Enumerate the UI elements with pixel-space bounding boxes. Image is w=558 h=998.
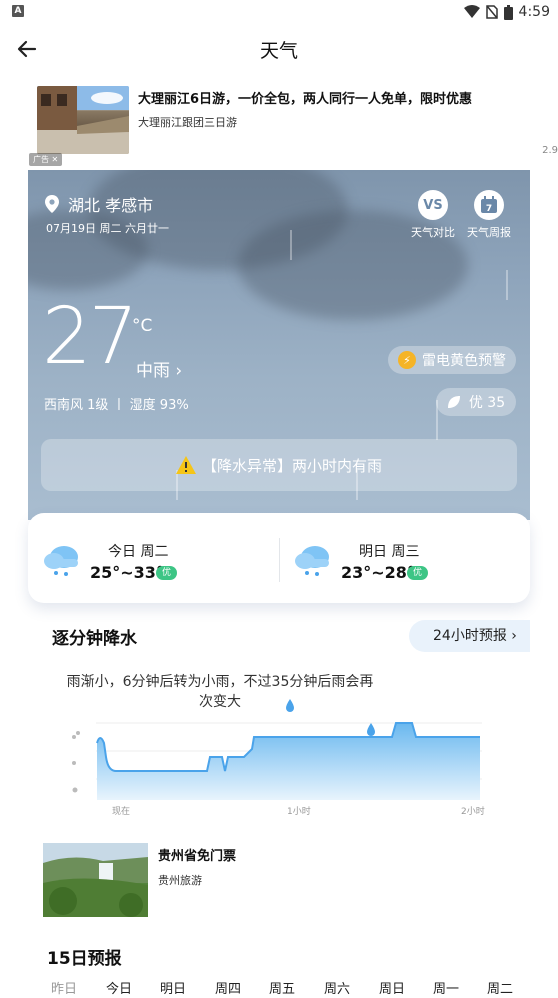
hourly-forecast-button[interactable]: 24小时预报 › <box>409 620 530 652</box>
no-sim-icon <box>485 5 498 19</box>
today-card[interactable]: 今日 周二 25°~33° 优 <box>28 513 279 603</box>
forecast-day-mon[interactable]: 周一 <box>419 978 473 997</box>
ad-title[interactable]: 贵州省免门票 <box>158 845 236 864</box>
leaf-icon <box>447 396 460 408</box>
x-label-1h: 1小时 <box>287 805 311 817</box>
today-aqi-badge: 优 <box>156 566 178 580</box>
calendar-number: 7 <box>486 204 492 214</box>
status-bar: A 4:59 <box>0 0 558 24</box>
clock: 4:59 <box>518 4 550 20</box>
page-title: 天气 <box>259 40 298 62</box>
forecast-title: 15日预报 <box>47 949 122 969</box>
aqi-text: 优 35 <box>468 395 506 411</box>
weekly-report-label: 天气周报 <box>467 226 511 239</box>
day-forecast-cards: 今日 周二 25°~33° 优 明日 周三 23°~28° 优 <box>28 513 530 603</box>
location-name[interactable]: 湖北 孝感市 <box>68 192 153 216</box>
lightning-icon: ⚡ <box>398 351 416 369</box>
calendar-glyph: 7 <box>481 196 497 214</box>
moderate-rain-icon <box>72 761 76 765</box>
weather-compare-button[interactable]: VS 天气对比 <box>407 190 459 240</box>
forecast-day-tue[interactable]: 周二 <box>473 978 527 997</box>
rain-streak <box>506 270 508 300</box>
x-label-now: 现在 <box>112 805 130 817</box>
forecast-day-sun[interactable]: 周日 <box>365 978 419 997</box>
date-text: 07月19日 周二 六月廿一 <box>46 222 169 235</box>
temperature-unit: °C <box>132 316 153 336</box>
today-label: 今日 周二 <box>108 544 169 560</box>
light-rain-icon <box>72 787 78 793</box>
weather-card: 湖北 孝感市 07月19日 周二 六月廿一 VS 天气对比 7 天气周报 27 … <box>28 170 530 520</box>
precip-alert-bar[interactable]: 【降水异常】两小时内有雨 <box>41 439 517 491</box>
minute-precip-title: 逐分钟降水 <box>52 629 137 649</box>
warning-triangle-icon <box>175 456 196 474</box>
cloud-rain-icon <box>44 546 78 576</box>
forecast-day-sat[interactable]: 周六 <box>310 978 364 997</box>
tomorrow-label: 明日 周三 <box>359 544 420 560</box>
vs-icon: VS <box>418 190 448 220</box>
today-temp-range: 25°~33° <box>90 563 164 582</box>
precip-alert-text: 【降水异常】两小时内有雨 <box>201 456 382 475</box>
waterfall-photo-illustration <box>43 843 148 917</box>
ad-counter: 2.9 <box>542 145 558 156</box>
raindrop-marker-icon <box>367 723 375 736</box>
cloud-rain-icon <box>295 546 329 576</box>
weather-warning-badge[interactable]: ⚡ 雷电黄色预警 <box>388 346 516 374</box>
forecast-day-yesterday[interactable]: 昨日 <box>37 978 91 997</box>
tomorrow-temp-range: 23°~28° <box>341 563 415 582</box>
aqi-badge[interactable]: 优 35 <box>436 388 516 416</box>
location-pin-icon <box>45 195 59 213</box>
wifi-icon <box>463 5 480 18</box>
raindrop-marker-icon <box>286 699 294 712</box>
warning-text: 雷电黄色预警 <box>422 353 506 369</box>
battery-icon <box>503 4 513 20</box>
ad-photo-illustration <box>37 86 129 154</box>
heavy-rain-icon <box>72 735 76 739</box>
forecast-day-tabs: 昨日 今日 明日 周四 周五 周六 周日 周一 周二 <box>32 978 558 998</box>
tomorrow-aqi-badge: 优 <box>407 566 429 580</box>
forecast-day-thu[interactable]: 周四 <box>201 978 255 997</box>
calendar-icon: 7 <box>474 190 504 220</box>
forecast-day-fri[interactable]: 周五 <box>255 978 309 997</box>
weekly-report-button[interactable]: 7 天气周报 <box>463 190 515 240</box>
weather-condition[interactable]: 中雨 › <box>136 356 182 381</box>
weather-compare-label: 天气对比 <box>411 226 455 239</box>
chart-legend-drops <box>72 731 80 793</box>
ad-tag[interactable]: 广告 ✕ <box>29 153 63 166</box>
notification-icon: A <box>12 5 24 17</box>
x-label-2h: 2小时 <box>461 805 485 817</box>
ad-subtitle[interactable]: 大理丽江跟团三日游 <box>138 114 237 130</box>
tomorrow-card[interactable]: 明日 周三 23°~28° 优 <box>279 513 530 603</box>
app-bar: 天气 <box>0 24 558 74</box>
ad-image[interactable] <box>43 843 148 917</box>
forecast-day-tomorrow[interactable]: 明日 <box>146 978 200 997</box>
wind-humidity-text: 西南风 1级 丨 湿度 93% <box>44 398 189 413</box>
ad-title[interactable]: 大理丽江6日游，一价全包，两人同行一人免单，限时优惠 <box>138 88 472 107</box>
precip-chart: 现在 1小时 2小时 <box>72 699 485 817</box>
rain-streak <box>290 230 292 260</box>
ad-subtitle[interactable]: 贵州旅游 <box>158 872 202 888</box>
current-temperature: 27 <box>42 292 138 382</box>
forecast-day-today[interactable]: 今日 <box>92 978 146 997</box>
ad-image[interactable] <box>37 86 129 154</box>
precip-area <box>97 723 480 800</box>
